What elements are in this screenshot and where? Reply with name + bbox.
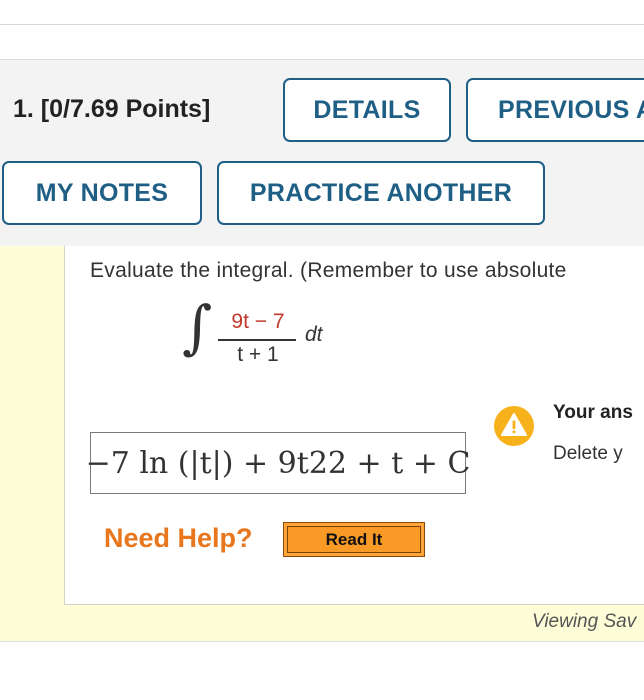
question-points-label: 1. [0/7.69 Points] (13, 95, 211, 123)
integral-sign: ∫ (182, 293, 213, 361)
question-prompt: Evaluate the integral. (Remember to use … (90, 259, 567, 282)
integrand-denominator: t + 1 (237, 343, 279, 366)
need-help-label: Need Help? (104, 523, 253, 553)
practice-another-button[interactable]: PRACTICE ANOTHER (217, 161, 545, 225)
feedback-text: Delete y (553, 443, 623, 464)
integral-differential: dt (305, 323, 323, 346)
viewing-saved-note: Viewing Sav (532, 611, 637, 632)
details-button[interactable]: DETAILS (283, 78, 451, 142)
read-it-label: Read It (287, 526, 421, 553)
my-notes-button[interactable]: MY NOTES (2, 161, 202, 225)
fraction-bar (218, 339, 296, 341)
read-it-button[interactable]: Read It (283, 522, 425, 557)
answer-field[interactable]: −7 ln (|t|) + 9t22 + t + C (86, 432, 470, 494)
feedback-title: Your ans (553, 402, 633, 423)
warning-icon (493, 405, 535, 447)
integrand-numerator: 9t − 7 (231, 310, 285, 333)
previous-answers-button[interactable]: PREVIOUS A (466, 78, 644, 142)
top-divider (0, 24, 644, 25)
